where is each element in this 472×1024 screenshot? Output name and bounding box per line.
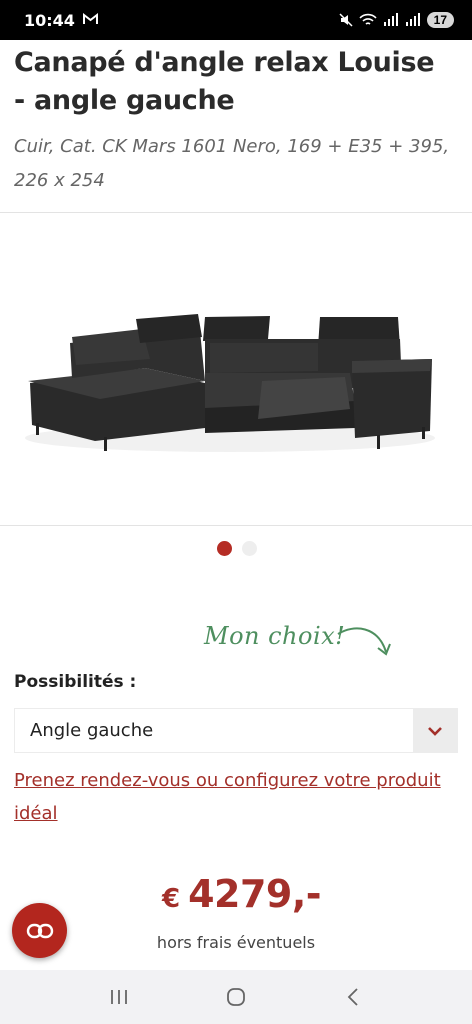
back-button[interactable] <box>333 977 373 1017</box>
system-nav-bar <box>0 970 472 1024</box>
status-time: 10:44 <box>24 10 75 30</box>
options-selected-value: Angle gauche <box>30 720 154 741</box>
chevron-down-icon[interactable] <box>413 709 457 752</box>
product-title: Canapé d'angle relax Louise - angle gauc… <box>14 47 435 116</box>
carousel-dots <box>217 541 257 556</box>
mute-icon <box>339 13 353 27</box>
price: € 4279,- <box>162 872 322 916</box>
recent-apps-button[interactable] <box>99 977 139 1017</box>
recent-apps-icon <box>110 990 127 1004</box>
back-icon <box>348 988 358 1006</box>
options-label: Possibilités : <box>14 672 137 692</box>
price-amount: 4279,- <box>188 872 322 916</box>
carousel-dot-1[interactable] <box>217 541 232 556</box>
status-bar: 10:44 17 <box>0 0 472 40</box>
battery-indicator: 17 <box>426 12 454 28</box>
product-image-carousel[interactable] <box>0 212 472 526</box>
choice-note: Mon choix! <box>204 622 346 650</box>
home-icon <box>227 988 245 1006</box>
sofa-image <box>25 314 435 452</box>
chat-button[interactable] <box>12 903 67 958</box>
home-button[interactable] <box>216 977 256 1017</box>
wifi-icon <box>359 13 377 25</box>
carousel-dot-2[interactable] <box>242 541 257 556</box>
status-icons: 17 <box>339 12 454 28</box>
chat-icon <box>26 923 53 938</box>
gmail-icon <box>82 12 98 29</box>
product-subtitle: Cuir, Cat. CK Mars 1601 Nero, 169 + E35 … <box>14 136 450 191</box>
curved-arrow-icon <box>337 627 391 656</box>
configure-link[interactable]: Prenez rendez-vous ou configurez votre p… <box>14 764 454 830</box>
price-currency: € <box>162 884 181 914</box>
options-select[interactable]: Angle gauche <box>14 708 458 753</box>
signal-icon-2 <box>405 13 420 26</box>
price-note: hors frais éventuels <box>156 933 316 952</box>
signal-icon <box>383 13 398 26</box>
